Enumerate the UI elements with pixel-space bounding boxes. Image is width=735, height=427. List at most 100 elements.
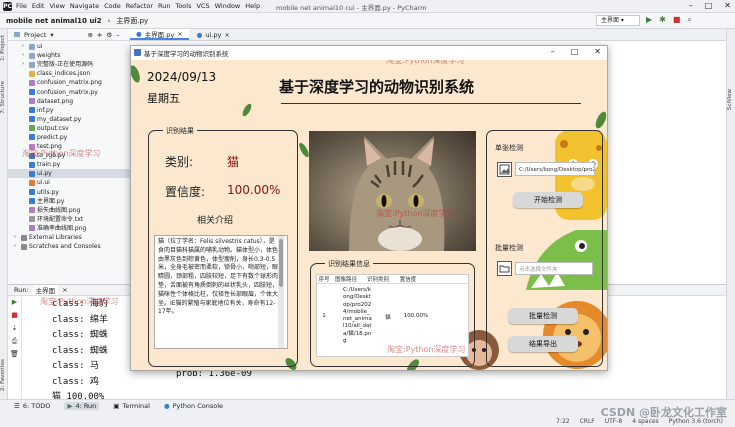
tree-item[interactable]: class_indices.json xyxy=(8,69,130,78)
search-icon[interactable]: ⌕ xyxy=(687,15,691,25)
scratch-file-icon xyxy=(21,243,27,250)
tree-item[interactable]: inf.py xyxy=(8,106,130,115)
structure-tool-tab[interactable]: 7: Structure xyxy=(0,81,8,114)
tree-item[interactable]: confusion_matrix.png xyxy=(8,78,130,87)
run-bottom-tab[interactable]: ▶ 4: Run xyxy=(64,402,100,410)
stop-icon[interactable]: ■ xyxy=(8,309,21,322)
locate-icon[interactable]: ⊕ xyxy=(88,31,93,39)
image-file-icon[interactable] xyxy=(497,162,512,177)
status-item[interactable]: UTF-8 xyxy=(605,418,623,425)
tree-item[interactable]: my_dataset.py xyxy=(8,115,130,124)
menu-item[interactable]: View xyxy=(49,2,64,10)
run-tab[interactable]: 主界面 xyxy=(32,285,59,295)
tree-item[interactable]: › 完整版-正在使用源码 xyxy=(8,60,130,69)
maximize-icon[interactable]: □ xyxy=(705,1,713,10)
hide-icon[interactable]: – xyxy=(116,31,119,39)
tree-item[interactable]: 主界面.py xyxy=(8,197,130,206)
tree-item[interactable]: › ui xyxy=(8,42,130,51)
start-detect-button[interactable]: 开始检测 xyxy=(513,192,583,208)
tree-item[interactable]: 环境配置命令.txt xyxy=(8,215,130,224)
terminal-tab[interactable]: ▣ Terminal xyxy=(113,402,150,410)
chevron-right-icon[interactable]: › xyxy=(14,233,19,242)
status-item[interactable]: 7:22 xyxy=(556,418,569,425)
sciview-tool-tab[interactable]: SciView xyxy=(727,89,735,110)
batch-detect-button[interactable]: 批量检测 xyxy=(508,308,578,324)
description-scrollbar[interactable] xyxy=(278,236,284,348)
tree-item[interactable]: ui.ui xyxy=(8,178,130,187)
minimize-icon[interactable]: – xyxy=(551,47,555,56)
breadcrumb-project[interactable]: mobile net animal10 ui2 xyxy=(6,17,102,25)
menu-item[interactable]: Code xyxy=(104,2,121,10)
status-item[interactable]: Python 3.6 (torch) xyxy=(669,418,723,425)
todo-tab[interactable]: ☰ 6: TODO xyxy=(14,402,50,410)
tree-item[interactable]: dataset.png xyxy=(8,97,130,106)
close-icon[interactable]: × xyxy=(177,30,182,38)
tree-item[interactable]: confusion_matrix.py xyxy=(8,87,130,96)
favorites-tool-tab[interactable]: 2: Favorites xyxy=(0,359,8,391)
table-row[interactable]: 1 C:/Users/kong/Desktop/pro2024/mobile_n… xyxy=(317,284,468,345)
project-panel-title[interactable]: Project xyxy=(24,31,46,39)
tree-item[interactable]: utils.py xyxy=(8,188,130,197)
close-icon[interactable]: ✕ xyxy=(724,1,731,10)
chevron-right-icon[interactable]: › xyxy=(22,60,27,69)
tab-main-interface[interactable]: ● 主界面.py × xyxy=(130,29,189,40)
menu-item[interactable]: Help xyxy=(245,2,260,10)
close-icon[interactable]: × xyxy=(224,31,229,39)
tree-item[interactable]: predict.py xyxy=(8,133,130,142)
tree-item[interactable]: › Scratches and Consoles xyxy=(8,242,130,251)
breadcrumb-file[interactable]: 主界面.py xyxy=(116,16,148,26)
run-config-select[interactable]: 主界面 ▾ xyxy=(596,15,640,26)
status-item[interactable]: 4 spaces xyxy=(632,418,658,425)
description-textbox[interactable]: 猫（拉丁学名：Felis silvestris catus），是食肉目猫科猫属的… xyxy=(154,235,288,349)
tree-item[interactable]: 准确率曲线图.png xyxy=(8,224,130,233)
minimize-icon[interactable]: – xyxy=(689,1,693,10)
menu-item[interactable]: Window xyxy=(215,2,241,10)
project-tool-tab[interactable]: 1: Project xyxy=(0,35,8,61)
trash-icon[interactable]: 🗑 xyxy=(8,348,21,361)
tree-item[interactable]: ui.py xyxy=(8,169,130,179)
folder-file-icon xyxy=(29,43,35,50)
export-results-button[interactable]: 结果导出 xyxy=(508,336,578,352)
print-icon[interactable]: ⎙ xyxy=(8,335,21,348)
scroll-icon[interactable]: ⇣ xyxy=(8,322,21,335)
maximize-icon[interactable]: □ xyxy=(571,47,579,56)
menu-item[interactable]: Run xyxy=(158,2,170,10)
single-image-path-field[interactable]: C:/Users/kong/Desktop/pro2024/mobile_net… xyxy=(515,162,595,176)
chevron-right-icon[interactable]: › xyxy=(14,242,19,251)
table-header-cell[interactable]: 序号 xyxy=(317,275,331,283)
folder-icon[interactable] xyxy=(497,261,512,276)
status-item[interactable]: CRLF xyxy=(580,418,595,425)
table-header-cell[interactable]: 图像路径 xyxy=(331,275,361,283)
stop-icon[interactable]: ■ xyxy=(673,15,681,25)
scrollbar-thumb[interactable] xyxy=(279,239,283,287)
tree-item[interactable]: › External Libraries xyxy=(8,233,130,242)
tree-item[interactable]: 损失曲线图.png xyxy=(8,206,130,215)
collapse-icon[interactable]: ≑ xyxy=(97,31,102,39)
chevron-down-icon[interactable]: ▾ xyxy=(50,31,53,39)
menu-item[interactable]: Refactor xyxy=(126,2,153,10)
menu-item[interactable]: Tools xyxy=(175,2,191,10)
chevron-right-icon[interactable]: › xyxy=(22,42,27,51)
menu-item[interactable]: VCS xyxy=(196,2,209,10)
console-output[interactable]: class: 海豹 class: 绵羊 class: 蜘蛛 class: 蜘蛛 clas… xyxy=(52,297,108,406)
debug-icon[interactable]: ✱ xyxy=(659,15,666,25)
close-icon[interactable]: × xyxy=(62,286,67,294)
run-icon[interactable]: ▶ xyxy=(646,15,652,25)
menu-item[interactable]: Edit xyxy=(32,2,45,10)
tree-item[interactable]: output.csv xyxy=(8,124,130,133)
menu-item[interactable]: File xyxy=(16,2,27,10)
rerun-icon[interactable]: ▶ xyxy=(8,296,21,309)
python-console-tab[interactable]: ● Python Console xyxy=(164,402,223,410)
chevron-right-icon[interactable]: › xyxy=(22,51,27,60)
gear-icon[interactable]: ⚙ xyxy=(106,31,112,39)
tree-item[interactable]: train.py xyxy=(8,160,130,169)
menu-item[interactable]: Navigate xyxy=(70,2,99,10)
table-header-cell[interactable]: 置信度 xyxy=(395,275,421,283)
table-header-cell[interactable]: 识别类别 xyxy=(361,275,395,283)
tree-item[interactable]: › weights xyxy=(8,51,130,60)
close-icon[interactable]: ✕ xyxy=(594,47,601,56)
py-file-icon xyxy=(29,198,35,205)
table-cell-index: 1 xyxy=(322,313,326,319)
tab-ui-py[interactable]: ● ui.py × xyxy=(191,29,236,40)
batch-folder-field[interactable]: 点击选择文件夹 xyxy=(515,262,593,275)
